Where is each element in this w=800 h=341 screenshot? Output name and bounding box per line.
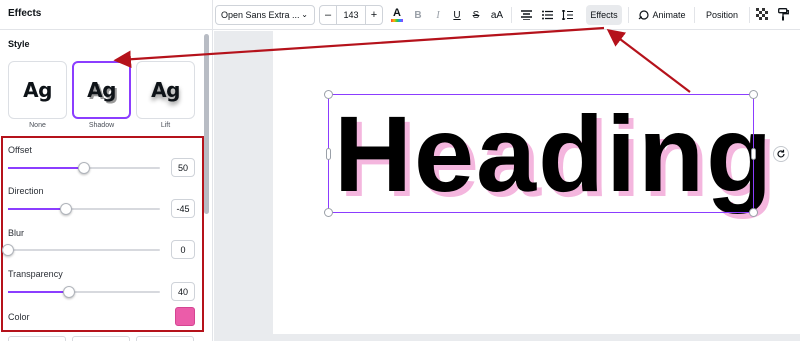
annotation-arrow-to-effects <box>606 29 691 93</box>
annotation-overlay <box>113 26 691 93</box>
annotation-arrow-to-shadow <box>113 26 605 69</box>
